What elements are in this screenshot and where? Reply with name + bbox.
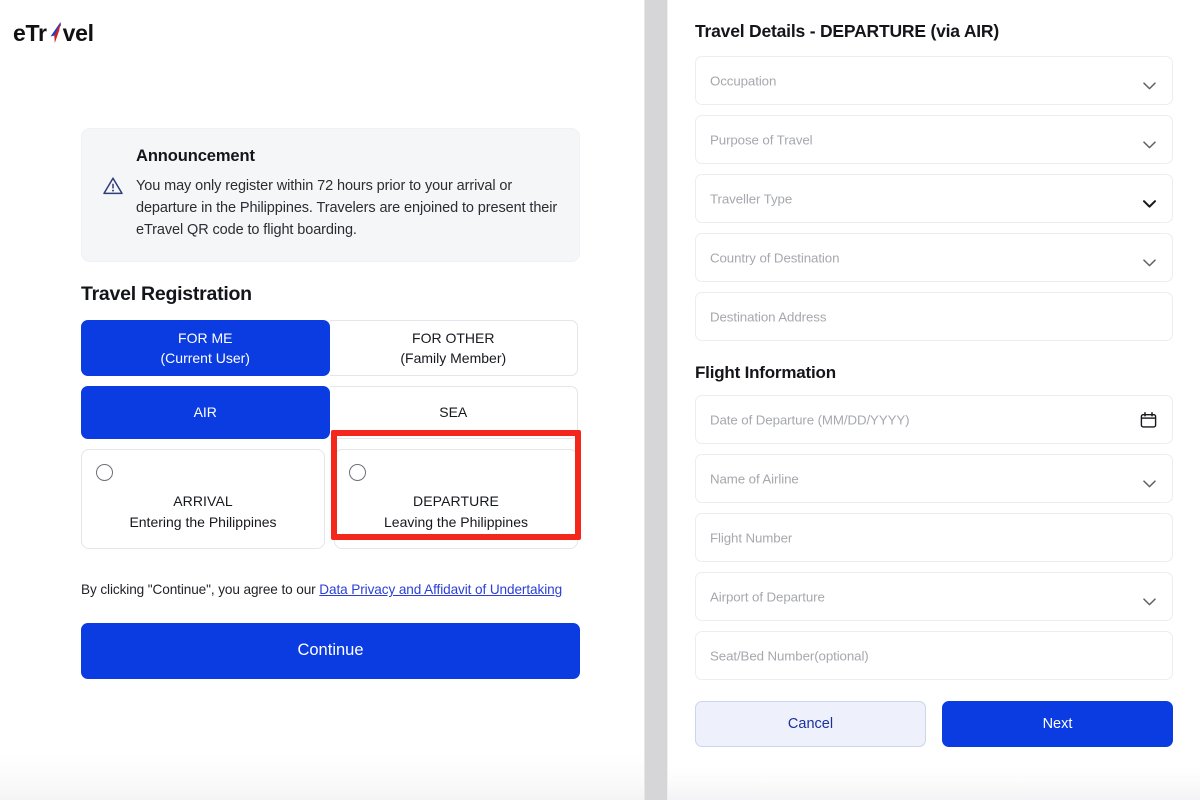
chevron-down-icon — [1143, 254, 1156, 262]
page-title: Travel Registration — [81, 283, 580, 306]
field-date-of-departure-placeholder: Date of Departure (MM/DD/YYYY) — [710, 412, 909, 427]
warning-triangle-icon — [102, 175, 124, 202]
flight-information-title: Flight Information — [695, 363, 1173, 383]
travel-details-title: Travel Details - DEPARTURE (via AIR) — [695, 21, 1173, 42]
etravel-logo[interactable]: eTr vel — [13, 20, 94, 47]
announcement-banner: Announcement You may only register withi… — [81, 128, 580, 262]
chevron-down-icon — [1143, 475, 1156, 483]
privacy-policy-link[interactable]: Data Privacy and Affidavit of Undertakin… — [319, 582, 562, 597]
field-destination-address[interactable]: Destination Address — [695, 292, 1173, 341]
cancel-button[interactable]: Cancel — [695, 701, 926, 747]
chevron-down-icon — [1143, 77, 1156, 85]
radio-arrival[interactable] — [96, 464, 113, 481]
departure-subtitle: Leaving the Philippines — [335, 512, 577, 533]
logo-text-prefix: eTr — [13, 20, 47, 47]
field-country-of-destination-placeholder: Country of Destination — [710, 250, 839, 265]
toggle-for-me-line2: (Current User) — [161, 348, 250, 368]
right-panel-bottom-fade — [668, 768, 1200, 800]
field-occupation[interactable]: Occupation — [695, 56, 1173, 105]
next-button[interactable]: Next — [942, 701, 1173, 747]
toggle-for-other[interactable]: FOR OTHER (Family Member) — [330, 320, 579, 376]
field-traveller-type[interactable]: Traveller Type — [695, 174, 1173, 223]
arrival-title: ARRIVAL — [82, 491, 324, 512]
app-screen: eTr vel Announcement — [0, 0, 1200, 800]
toggle-air[interactable]: AIR — [81, 386, 330, 439]
field-occupation-placeholder: Occupation — [710, 73, 776, 88]
direction-card-group: ARRIVAL Entering the Philippines DEPARTU… — [81, 449, 578, 559]
announcement-body: Announcement You may only register withi… — [136, 147, 559, 241]
left-panel: eTr vel Announcement — [0, 0, 645, 800]
direction-card-departure[interactable]: DEPARTURE Leaving the Philippines — [334, 449, 578, 549]
direction-card-departure-label: DEPARTURE Leaving the Philippines — [335, 491, 577, 534]
chevron-down-icon — [1143, 195, 1156, 203]
form-action-buttons: Cancel Next — [695, 701, 1173, 747]
left-panel-bottom-fade — [0, 754, 645, 800]
field-destination-address-placeholder: Destination Address — [710, 309, 826, 324]
toggle-for-other-line2: (Family Member) — [400, 348, 506, 368]
field-name-of-airline[interactable]: Name of Airline — [695, 454, 1173, 503]
toggle-for-me[interactable]: FOR ME (Current User) — [81, 320, 330, 376]
agreement-prefix: By clicking "Continue", you agree to our — [81, 582, 319, 597]
field-flight-number-placeholder: Flight Number — [710, 530, 792, 545]
announcement-title: Announcement — [136, 147, 559, 166]
chevron-down-icon — [1143, 593, 1156, 601]
calendar-icon[interactable] — [1140, 411, 1157, 428]
chevron-down-icon — [1143, 136, 1156, 144]
radio-departure[interactable] — [349, 464, 366, 481]
announcement-text: You may only register within 72 hours pr… — [136, 175, 559, 241]
panel-divider — [645, 0, 667, 800]
registrant-toggle-group: FOR ME (Current User) FOR OTHER (Family … — [81, 320, 578, 376]
field-traveller-type-placeholder: Traveller Type — [710, 191, 792, 206]
departure-title: DEPARTURE — [335, 491, 577, 512]
toggle-for-me-line1: FOR ME — [178, 328, 232, 348]
field-seat-bed-number-placeholder: Seat/Bed Number(optional) — [710, 648, 869, 663]
travel-mode-toggle-group: AIR SEA — [81, 386, 578, 439]
logo-text-suffix: vel — [63, 20, 94, 47]
right-content: Travel Details - DEPARTURE (via AIR) Occ… — [695, 0, 1173, 747]
agreement-text: By clicking "Continue", you agree to our… — [81, 580, 580, 601]
field-airport-of-departure-placeholder: Airport of Departure — [710, 589, 825, 604]
field-country-of-destination[interactable]: Country of Destination — [695, 233, 1173, 282]
direction-card-arrival[interactable]: ARRIVAL Entering the Philippines — [81, 449, 325, 549]
plane-logo-icon — [47, 22, 63, 43]
field-seat-bed-number[interactable]: Seat/Bed Number(optional) — [695, 631, 1173, 680]
field-flight-number[interactable]: Flight Number — [695, 513, 1173, 562]
field-purpose-of-travel-placeholder: Purpose of Travel — [710, 132, 813, 147]
toggle-sea[interactable]: SEA — [330, 386, 579, 439]
arrival-subtitle: Entering the Philippines — [82, 512, 324, 533]
field-purpose-of-travel[interactable]: Purpose of Travel — [695, 115, 1173, 164]
field-date-of-departure[interactable]: Date of Departure (MM/DD/YYYY) — [695, 395, 1173, 444]
field-airport-of-departure[interactable]: Airport of Departure — [695, 572, 1173, 621]
direction-card-arrival-label: ARRIVAL Entering the Philippines — [82, 491, 324, 534]
field-name-of-airline-placeholder: Name of Airline — [710, 471, 799, 486]
right-panel: Travel Details - DEPARTURE (via AIR) Occ… — [668, 0, 1200, 800]
left-content: Announcement You may only register withi… — [81, 128, 580, 679]
toggle-for-other-line1: FOR OTHER — [412, 328, 494, 348]
continue-button[interactable]: Continue — [81, 623, 580, 679]
